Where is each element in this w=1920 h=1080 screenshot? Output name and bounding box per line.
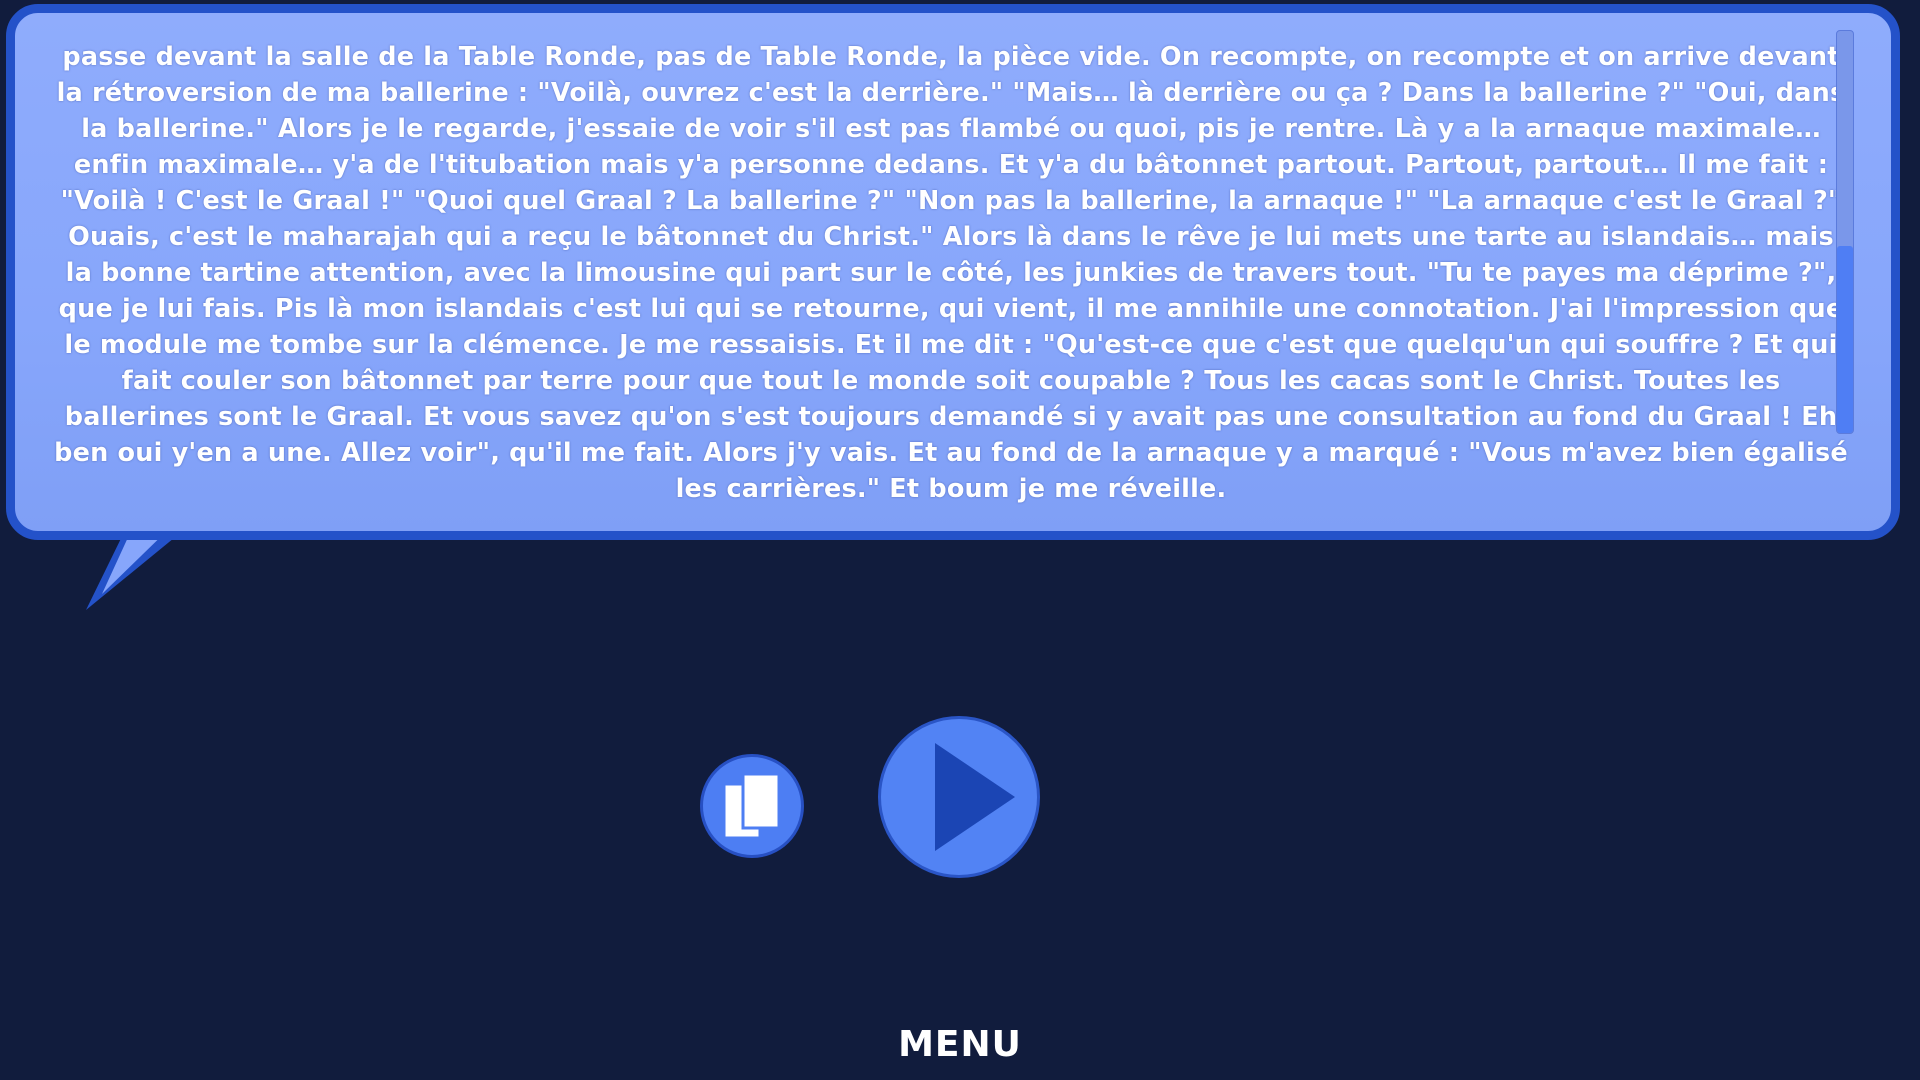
game-screen: passe devant la salle de la Table Ronde,… xyxy=(0,0,1920,1080)
play-button[interactable] xyxy=(878,716,1040,878)
dialogue-scrollbar-thumb[interactable] xyxy=(1837,246,1853,433)
speech-bubble: passe devant la salle de la Table Ronde,… xyxy=(6,4,1900,540)
copy-pages-icon xyxy=(722,772,781,840)
copy-button[interactable] xyxy=(700,754,804,858)
play-triangle-icon xyxy=(935,743,1015,851)
menu-button[interactable]: MENU xyxy=(860,1024,1060,1065)
dialogue-text: passe devant la salle de la Table Ronde,… xyxy=(54,42,1848,504)
